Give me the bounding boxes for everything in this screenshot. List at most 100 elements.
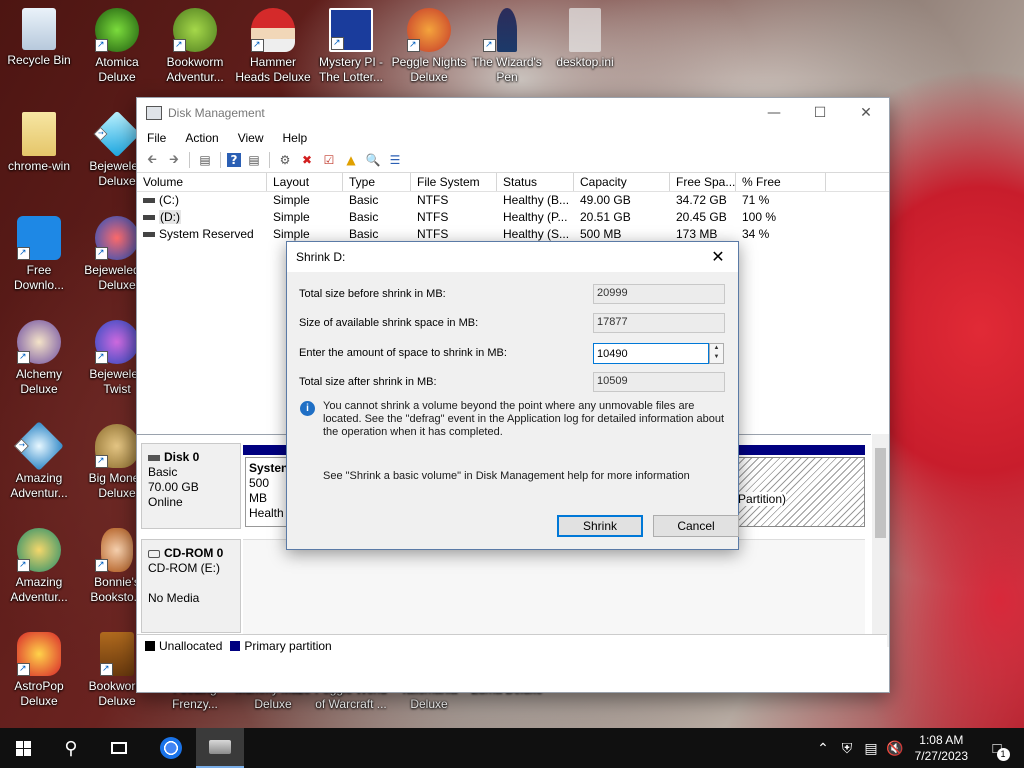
gem-icon [93, 110, 141, 158]
desktop-icon-wizards-pen[interactable]: The Wizard's Pen [468, 8, 546, 85]
toolbar-separator [189, 152, 190, 168]
shrink-amount-input[interactable] [593, 343, 709, 364]
network-tray-button[interactable]: ▤ [860, 728, 882, 768]
menu-action[interactable]: Action [175, 131, 227, 145]
speaker-muted-icon: 🔇 [886, 739, 904, 756]
desktop-icon-free-download[interactable]: Free Downlo... [0, 216, 78, 293]
file-icon [569, 8, 601, 52]
dialog-titlebar[interactable]: Shrink D: ✕ [287, 242, 738, 272]
search-icon: ⚲ [64, 737, 78, 758]
shortcut-arrow-icon [17, 661, 30, 676]
disk-management-taskbar-button[interactable] [196, 728, 244, 768]
show-hide-console-tree-icon[interactable]: ▤ [196, 152, 214, 168]
desktop-icon-label: The Wizard's Pen [472, 55, 542, 84]
spin-down-icon[interactable]: ▼ [710, 353, 723, 362]
show-hidden-icons-button[interactable]: ⌃ [812, 728, 834, 768]
volume-tray-button[interactable]: 🔇 [884, 728, 906, 768]
shortcut-arrow-icon [95, 245, 108, 260]
start-button[interactable] [0, 728, 46, 768]
disk-0-info[interactable]: Disk 0 Basic 70.00 GB Online [141, 443, 241, 529]
legend-bar: Unallocated Primary partition [137, 634, 887, 657]
list-view-icon[interactable]: ☰ [386, 152, 404, 168]
clock[interactable]: 1:08 AM 7/27/2023 [915, 732, 968, 764]
column-volume[interactable]: Volume [137, 173, 267, 191]
forward-icon[interactable]: 🡲 [165, 152, 183, 168]
desktop-icon-recycle-bin[interactable]: Recycle Bin [0, 8, 78, 68]
desktop-icon-amazing-adventures-2[interactable]: Amazing Adventur... [0, 528, 78, 605]
shortcut-arrow-icon [331, 35, 344, 50]
desktop-icon-desktop-ini[interactable]: desktop.ini [546, 8, 624, 70]
column-file-system[interactable]: File System [411, 173, 497, 191]
task-view-button[interactable] [96, 728, 142, 768]
search-button[interactable]: ⚲ [48, 728, 94, 768]
cell-layout: Simple [273, 210, 310, 224]
menu-view[interactable]: View [228, 131, 273, 145]
desktop-icon-alchemy[interactable]: Alchemy Deluxe [0, 320, 78, 397]
partition-d-selected[interactable]: Partition) [737, 457, 865, 527]
menu-help[interactable]: Help [273, 131, 317, 145]
close-button[interactable]: ✕ [843, 98, 889, 128]
minimize-button[interactable]: — [751, 98, 797, 128]
shortcut-arrow-icon [95, 557, 108, 572]
help-icon[interactable]: ? [227, 153, 241, 167]
desktop-icon-amazing-adventures-1[interactable]: Amazing Adventur... [0, 421, 78, 501]
desktop-icon-label: Amazing Adventur... [10, 471, 68, 500]
table-row[interactable]: (C:) Simple Basic NTFS Healthy (B... 49.… [137, 192, 889, 209]
security-tray-button[interactable]: ⛨ [836, 728, 858, 768]
drive-icon [143, 232, 155, 238]
desktop-icon-mystery-pi[interactable]: Mystery PI - The Lotter... [312, 8, 390, 85]
desktop-icon-astropop[interactable]: AstroPop Deluxe [0, 632, 78, 709]
scrollbar-thumb[interactable] [875, 448, 886, 538]
dialog-close-button[interactable]: ✕ [698, 247, 738, 267]
desktop-icon-peggle-nights[interactable]: Peggle Nights Deluxe [390, 8, 468, 85]
menu-file[interactable]: File [137, 131, 175, 145]
desktop-icon-atomica[interactable]: Atomica Deluxe [78, 8, 156, 85]
astropop-icon [17, 632, 61, 676]
column-type[interactable]: Type [343, 173, 411, 191]
shrink-button[interactable]: Shrink [557, 515, 643, 537]
table-row[interactable]: (D:) Simple Basic NTFS Healthy (P... 20.… [137, 209, 889, 226]
cell-capacity: 20.51 GB [580, 210, 631, 224]
total-size-before-value: 20999 [593, 284, 725, 304]
column-free-space[interactable]: Free Spa... [670, 173, 736, 191]
cdrom-0-area [243, 539, 865, 634]
money-icon [95, 424, 139, 468]
cdrom-0-info[interactable]: CD-ROM 0 CD-ROM (E:) No Media [141, 539, 241, 633]
desktop-icon-bookworm-adventures[interactable]: Bookworm Adventur... [156, 8, 234, 85]
amazing-icon [14, 421, 64, 471]
task-view-icon [111, 742, 127, 754]
connect-disk-icon[interactable]: ⚙ [276, 152, 294, 168]
available-shrink-label: Size of available shrink space in MB: [299, 317, 479, 329]
export-list-icon[interactable]: ▲ [342, 152, 360, 168]
desktop-icon-chrome-win[interactable]: chrome-win [0, 112, 78, 174]
delete-icon[interactable]: ✖ [298, 152, 316, 168]
column-status[interactable]: Status [497, 173, 574, 191]
column-capacity[interactable]: Capacity [574, 173, 670, 191]
maximize-button[interactable]: ☐ [797, 98, 843, 128]
partition-name: Systen [249, 461, 289, 475]
notification-center-button[interactable]: □ 1 [978, 728, 1016, 768]
volume-list: (C:) Simple Basic NTFS Healthy (B... 49.… [137, 192, 889, 243]
window-titlebar[interactable]: Disk Management — ☐ ✕ [137, 98, 889, 128]
window-title: Disk Management [168, 106, 265, 120]
cell-layout: Simple [273, 193, 310, 207]
cell-capacity: 49.00 GB [580, 193, 631, 207]
shrink-amount-spinner[interactable]: ▲ ▼ [709, 343, 724, 364]
menu-bar: File Action View Help [137, 128, 889, 148]
properties-icon[interactable]: ▤ [245, 152, 263, 168]
desktop-icon-label: AstroPop Deluxe [14, 679, 64, 708]
column-percent-free[interactable]: % Free [736, 173, 826, 191]
search-icon[interactable]: 🔍 [364, 152, 382, 168]
cell-percent-free: 71 % [742, 193, 770, 207]
mystery-pi-icon [329, 8, 373, 52]
spin-up-icon[interactable]: ▲ [710, 344, 723, 353]
desktop-icon-label: Bookworm Adventur... [166, 55, 224, 84]
column-layout[interactable]: Layout [267, 173, 343, 191]
check-icon[interactable]: ☑ [320, 152, 338, 168]
lower-pane-scrollbar[interactable]: ⌄ [872, 434, 889, 647]
chrome-taskbar-button[interactable] [148, 728, 194, 768]
desktop-icon-label: Atomica Deluxe [95, 55, 139, 84]
back-icon[interactable]: 🡰 [143, 152, 161, 168]
cancel-button[interactable]: Cancel [653, 515, 739, 537]
desktop-icon-hammer-heads[interactable]: Hammer Heads Deluxe [234, 8, 312, 85]
